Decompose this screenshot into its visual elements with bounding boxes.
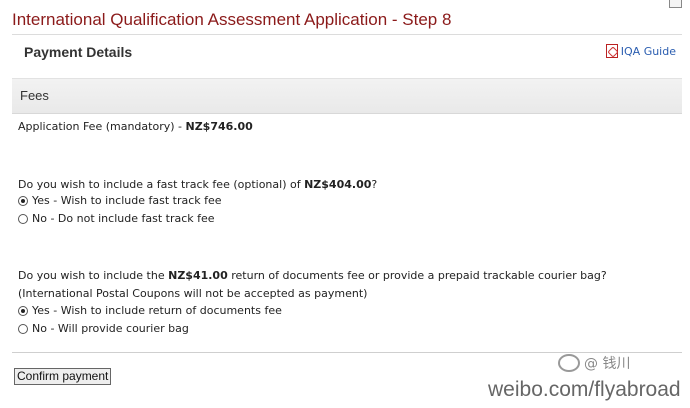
return-docs-question-suffix: return of documents fee or provide a pre…	[227, 269, 607, 282]
fast-track-no-radio[interactable]	[18, 213, 28, 224]
return-docs-yes-radio[interactable]	[18, 305, 28, 316]
pdf-icon	[605, 44, 618, 58]
section-title: Payment Details	[24, 44, 133, 60]
return-docs-question-prefix: Do you wish to include the	[18, 269, 169, 282]
application-fee-line: Application Fee (mandatory) - NZ$746.00	[18, 120, 253, 133]
iqa-guide-label[interactable]: IQA Guide	[621, 45, 676, 58]
return-docs-note: (International Postal Coupons will not b…	[18, 287, 368, 300]
fees-bar: Fees	[12, 78, 682, 114]
fast-track-no-option[interactable]: No - Do not include fast track fee	[18, 212, 215, 225]
fast-track-amount: NZ$404.00	[304, 178, 372, 191]
fast-track-question-prefix: Do you wish to include a fast track fee …	[18, 178, 305, 191]
watermark-url: weibo.com/flyabroad	[488, 378, 681, 401]
fast-track-yes-label[interactable]: Yes - Wish to include fast track fee	[32, 194, 222, 207]
collapse-icon[interactable]	[669, 0, 682, 8]
fast-track-question: Do you wish to include a fast track fee …	[18, 178, 377, 191]
watermark-handle-row: @ 钱川	[558, 353, 630, 373]
application-fee-label: Application Fee (mandatory) -	[18, 120, 186, 133]
return-docs-no-option[interactable]: No - Will provide courier bag	[18, 322, 189, 335]
watermark-handle: @ 钱川	[584, 356, 631, 372]
return-docs-yes-label[interactable]: Yes - Wish to include return of document…	[32, 304, 282, 317]
return-docs-question: Do you wish to include the NZ$41.00 retu…	[18, 269, 607, 282]
fast-track-yes-option[interactable]: Yes - Wish to include fast track fee	[18, 194, 222, 207]
panel-header: Payment Details IQA Guide	[12, 34, 682, 67]
page-title: International Qualification Assessment A…	[12, 10, 452, 29]
fast-track-question-suffix: ?	[371, 178, 378, 191]
fast-track-yes-radio[interactable]	[18, 195, 28, 206]
confirm-payment-button[interactable]: Confirm payment	[14, 368, 112, 385]
iqa-guide-link[interactable]: IQA Guide	[605, 44, 676, 58]
return-docs-no-label[interactable]: No - Will provide courier bag	[32, 322, 189, 335]
fast-track-no-label[interactable]: No - Do not include fast track fee	[32, 212, 215, 225]
return-docs-amount: NZ$41.00	[168, 269, 228, 282]
fees-heading: Fees	[20, 88, 49, 103]
return-docs-yes-option[interactable]: Yes - Wish to include return of document…	[18, 304, 282, 317]
weibo-logo-icon	[558, 354, 580, 372]
return-docs-no-radio[interactable]	[18, 323, 28, 334]
application-fee-amount: NZ$746.00	[185, 120, 253, 133]
